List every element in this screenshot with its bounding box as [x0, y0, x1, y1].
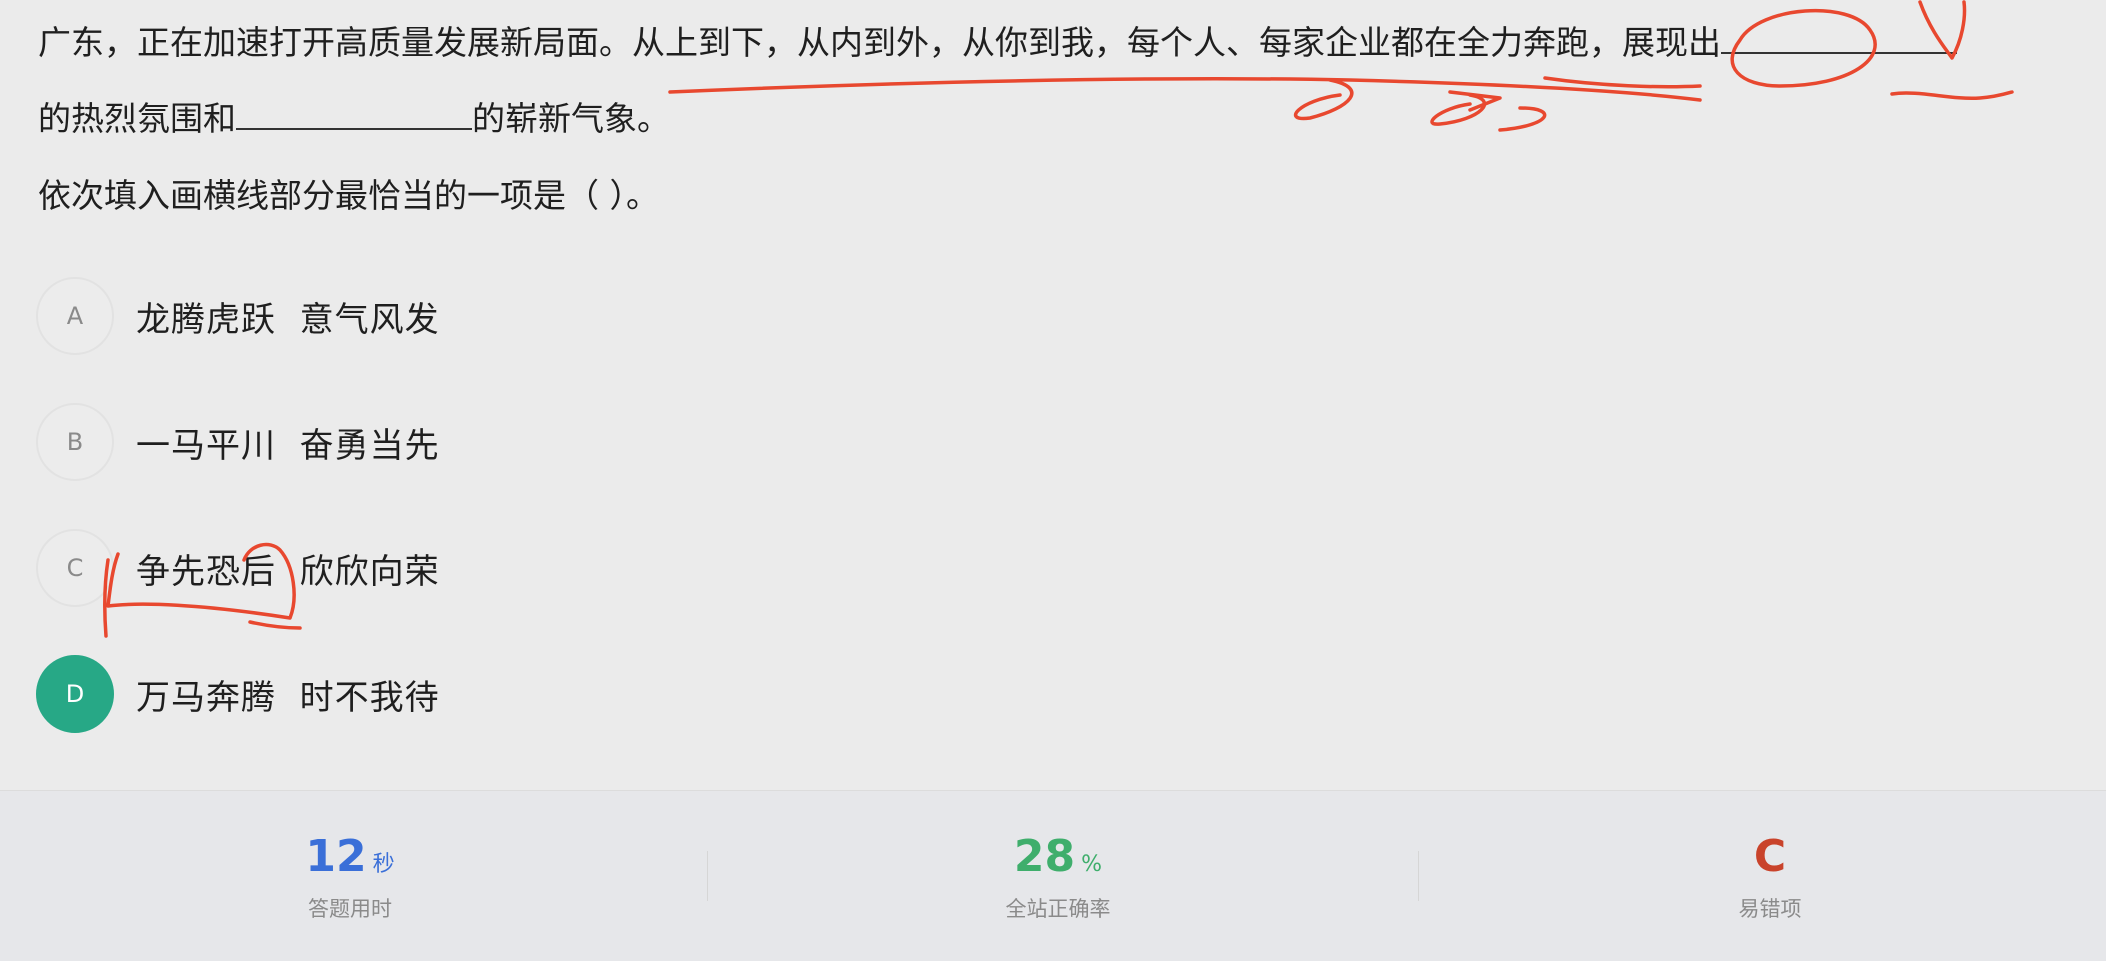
- answer-stats-bar: 12 秒 答题用时 28% 全站正确率 C 易错项: [0, 790, 2106, 961]
- stat-answer-time: 12 秒 答题用时: [0, 791, 700, 961]
- question-line-1: 广东，正在加速打开高质量发展新局面。从上到下，从内到外，从你到我，每个人、每家企…: [38, 19, 1957, 67]
- annotation-arrow-tip-1: [1293, 78, 1354, 121]
- stat-divider-2: [1418, 851, 1419, 901]
- option-a-text: 龙腾虎跃 意气风发: [136, 299, 440, 340]
- annotation-squiggle-right: [1890, 90, 2014, 101]
- blank-2: [236, 98, 472, 130]
- stat-error-value: C: [1753, 831, 1787, 882]
- stat-accuracy-value-wrap: 28%: [708, 829, 1408, 893]
- option-b-text: 一马平川 奋勇当先: [136, 425, 440, 466]
- annotation-tail-option-c: [248, 620, 302, 630]
- option-c[interactable]: C 争先恐后 欣欣向荣: [36, 528, 440, 608]
- question-text-2a: 的热烈氛围和: [38, 99, 236, 138]
- option-c-text: 争先恐后 欣欣向荣: [136, 551, 440, 592]
- option-b-letter: B: [36, 403, 114, 481]
- annotation-arrow-tip-2: [1430, 93, 1487, 126]
- stat-accuracy-value: 28: [1013, 831, 1076, 882]
- stat-time-label: 答题用时: [308, 897, 392, 921]
- annotation-arrow-tip-3: [1498, 106, 1547, 132]
- option-d-letter: D: [36, 655, 114, 733]
- blank-1: [1721, 22, 1957, 54]
- stat-accuracy: 28% 全站正确率: [708, 791, 1408, 961]
- stat-time-value: 12: [305, 831, 367, 882]
- option-d[interactable]: D 万马奔腾 时不我待: [36, 654, 440, 734]
- option-c-letter: C: [36, 529, 114, 607]
- stat-time-unit: 秒: [372, 852, 395, 877]
- stat-error-label: 易错项: [1738, 897, 1802, 921]
- stat-accuracy-label: 全站正确率: [1005, 897, 1111, 921]
- annotation-underline-short: [1543, 76, 1702, 89]
- question-prompt: 依次填入画横线部分最恰当的一项是（ ）。: [38, 176, 659, 215]
- question-text-2b: 的崭新气象。: [472, 99, 670, 138]
- stat-time-value-wrap: 12 秒: [0, 829, 700, 893]
- annotation-arrow-tip-4: [1448, 90, 1502, 112]
- question-line-3: 依次填入画横线部分最恰当的一项是（ ）。: [38, 172, 659, 220]
- option-b[interactable]: B 一马平川 奋勇当先: [36, 402, 440, 482]
- annotation-underline-sentence: [668, 76, 1702, 102]
- stat-accuracy-unit: %: [1081, 852, 1103, 877]
- question-text-1: 广东，正在加速打开高质量发展新局面。从上到下，从内到外，从你到我，每个人、每家企…: [38, 23, 1721, 62]
- option-a[interactable]: A 龙腾虎跃 意气风发: [36, 276, 440, 356]
- option-a-letter: A: [36, 277, 114, 355]
- option-d-text: 万马奔腾 时不我待: [136, 677, 440, 718]
- question-line-2: 的热烈氛围和 的崭新气象。: [38, 95, 670, 143]
- stat-error-value-wrap: C: [1420, 829, 2106, 885]
- stat-error-prone: C 易错项: [1420, 791, 2106, 961]
